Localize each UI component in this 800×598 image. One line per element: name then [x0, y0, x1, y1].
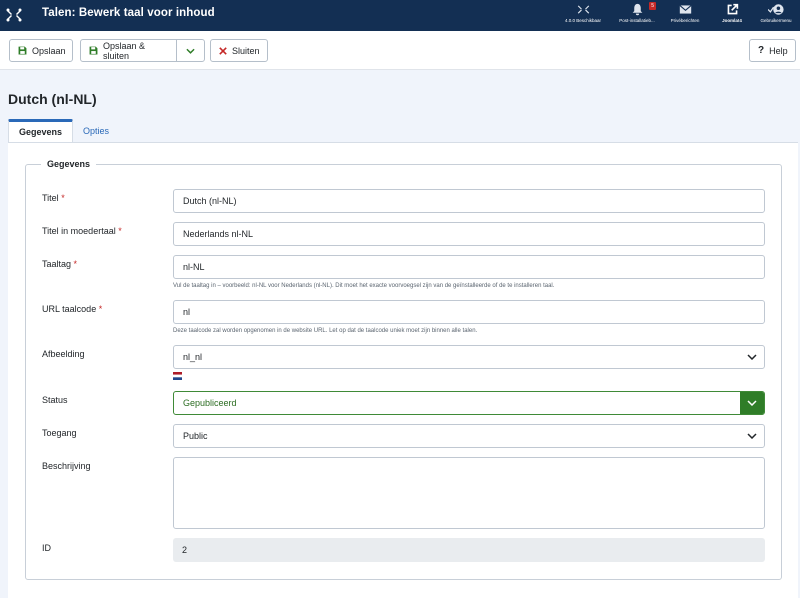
image-select[interactable]: nl_nl [173, 345, 765, 369]
header-user-menu[interactable]: Gebruikermenu [756, 3, 796, 29]
lang-tag-label: Taaltag * [42, 259, 77, 269]
fieldset-legend: Gegevens [41, 159, 97, 169]
question-icon: ? [758, 45, 765, 56]
close-button-label: Sluiten [232, 45, 260, 56]
required-marker: * [118, 226, 122, 236]
header-update-button[interactable]: 4.0.0 Beschikbaar [562, 3, 604, 29]
envelope-icon [678, 5, 692, 14]
header-title: Talen: Bewerk taal voor inhoud [42, 7, 215, 19]
required-marker: * [61, 193, 65, 203]
save-icon [18, 46, 27, 55]
native-title-label-text: Titel in moedertaal [42, 226, 116, 236]
lang-tag-label-text: Taaltag [42, 259, 72, 269]
save-button-label: Opslaan [32, 45, 66, 56]
save-close-button[interactable]: Opslaan & sluiten [80, 39, 177, 62]
title-label-text: Titel [42, 193, 59, 203]
native-title-label: Titel in moedertaal * [42, 226, 122, 236]
close-button[interactable]: Sluiten [210, 39, 268, 62]
lang-tag-help: Vul de taaltag in – voorbeeld: nl-NL voo… [173, 283, 555, 289]
help-button[interactable]: ? Help [749, 39, 796, 62]
id-field: 2 [173, 538, 765, 562]
toolbar: Opslaan Opslaan & sluiten Sluiten ? Help [0, 31, 800, 70]
notification-badge: 5 [649, 2, 656, 10]
image-select-value: nl_nl [183, 352, 203, 362]
tab-opties[interactable]: Opties [73, 119, 119, 142]
save-close-button-label: Opslaan & sluiten [103, 40, 146, 61]
title-input[interactable]: Dutch (nl-NL) [173, 189, 765, 213]
joomla-logo-icon[interactable] [6, 7, 22, 23]
image-label: Afbeelding [42, 349, 85, 359]
header-site-link[interactable]: Joomla!4 [714, 3, 750, 29]
sef-label-text: URL taalcode [42, 304, 97, 314]
status-select-value: Gepubliceerd [183, 398, 237, 408]
external-link-icon [727, 3, 738, 15]
header-messages-button[interactable]: Privéberichten [666, 3, 704, 29]
dutch-flag-icon [173, 372, 182, 380]
help-button-label: Help [769, 45, 788, 56]
access-label: Toegang [42, 428, 77, 438]
header-messages-label: Privéberichten [670, 18, 700, 23]
header-update-label: 4.0.0 Beschikbaar [564, 18, 602, 23]
id-label: ID [42, 543, 51, 553]
save-icon [89, 46, 98, 55]
tab-bar: Gegevens Opties [8, 119, 119, 142]
title-label: Titel * [42, 193, 65, 203]
header-postinstall-label: Post-installatieb... [619, 18, 655, 23]
tab-gegevens[interactable]: Gegevens [8, 119, 74, 142]
save-button[interactable]: Opslaan [9, 39, 73, 62]
chevron-down-icon [740, 392, 764, 414]
native-title-input[interactable]: Nederlands nl-NL [173, 222, 765, 246]
description-label: Beschrijving [42, 461, 91, 471]
access-select[interactable]: Public [173, 424, 765, 448]
description-textarea[interactable] [173, 457, 765, 529]
save-options-dropdown[interactable] [176, 39, 205, 62]
status-label: Status [42, 395, 68, 405]
header-user-label: Gebruikermenu [760, 18, 792, 23]
joomla-icon [577, 5, 589, 14]
status-select[interactable]: Gepubliceerd [173, 391, 765, 415]
bell-icon [632, 3, 642, 16]
sef-input[interactable]: nl [173, 300, 765, 324]
sef-help: Deze taalcode zal worden opgenomen in de… [173, 328, 478, 334]
page-title: Dutch (nl-NL) [8, 91, 97, 107]
close-icon [219, 46, 227, 55]
top-header: Talen: Bewerk taal voor inhoud 4.0.0 Bes… [0, 0, 800, 31]
chevron-down-icon [740, 346, 764, 368]
chevron-down-icon [186, 48, 195, 54]
access-select-value: Public [183, 431, 208, 441]
header-site-label: Joomla!4 [722, 18, 742, 23]
required-marker: * [73, 259, 78, 269]
required-marker: * [98, 304, 103, 314]
chevron-down-icon [740, 425, 764, 447]
user-icon [768, 4, 784, 15]
sef-label: URL taalcode * [42, 304, 102, 314]
lang-tag-input[interactable]: nl-NL [173, 255, 765, 279]
header-postinstall-button[interactable]: 5 Post-installatieb... [612, 2, 662, 29]
